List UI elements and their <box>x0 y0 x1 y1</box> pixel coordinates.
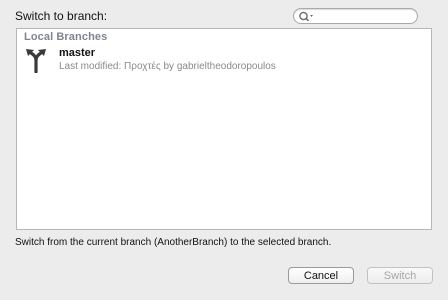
branch-row-master[interactable]: master Last modified: Προχτές by gabriel… <box>17 46 431 74</box>
group-header-local-branches: Local Branches <box>24 31 108 43</box>
search-icon <box>299 11 313 22</box>
search-field[interactable] <box>293 8 418 24</box>
branch-icon <box>26 49 46 73</box>
cancel-button[interactable]: Cancel <box>288 267 354 284</box>
switch-button[interactable]: Switch <box>367 267 433 284</box>
switch-hint-text: Switch from the current branch (AnotherB… <box>15 237 332 248</box>
branch-name: master <box>59 47 96 59</box>
branch-last-modified: Last modified: Προχτές by gabrieltheodor… <box>59 61 276 72</box>
search-input[interactable] <box>314 9 414 23</box>
dialog-title: Switch to branch: <box>15 9 108 23</box>
branch-list[interactable]: Local Branches master Last modified: Προ… <box>16 28 432 230</box>
